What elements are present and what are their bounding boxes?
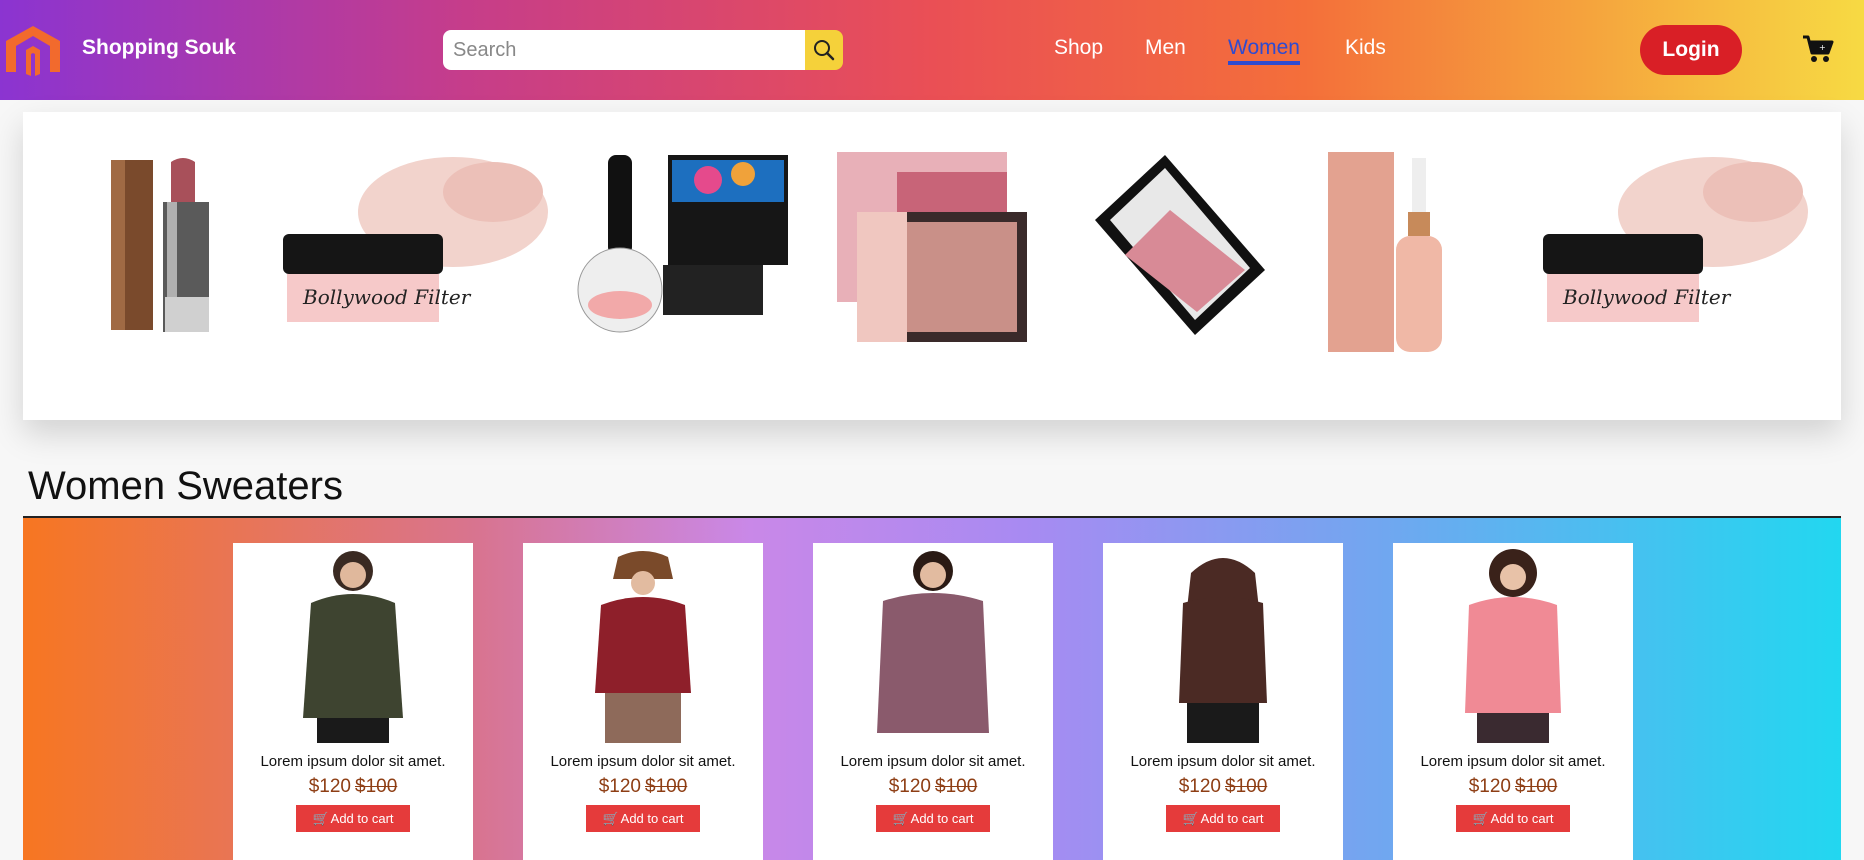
- login-button[interactable]: Login: [1640, 25, 1742, 75]
- product-price: $120 $100: [1178, 776, 1268, 797]
- sweater-image[interactable]: [523, 543, 763, 748]
- product-price: $120 $100: [1468, 776, 1558, 797]
- nude-palette-image[interactable]: [837, 152, 1057, 362]
- product-price: $120 $100: [308, 776, 398, 797]
- svg-text:Bollywood Filter: Bollywood Filter: [1562, 285, 1732, 309]
- add-to-cart-button[interactable]: 🛒 Add to cart: [1166, 805, 1280, 832]
- product-price: $120 $100: [888, 776, 978, 797]
- nav-women[interactable]: Women: [1228, 36, 1300, 65]
- eyeshadow-palette-image[interactable]: [1085, 150, 1275, 360]
- product-description: Lorem ipsum dolor sit amet.: [550, 753, 736, 770]
- brush-cleaner-image[interactable]: [568, 150, 808, 360]
- product-price: $120 $100: [598, 776, 688, 797]
- top-navbar: Shopping Souk Shop Men Women Kids Login …: [0, 0, 1864, 100]
- svg-text:Bollywood Filter: Bollywood Filter: [302, 285, 472, 309]
- brand-name[interactable]: Shopping Souk: [82, 36, 236, 60]
- cart-icon: 🛒: [1472, 810, 1489, 826]
- product-description: Lorem ipsum dolor sit amet.: [1420, 753, 1606, 770]
- add-to-cart-button[interactable]: 🛒 Add to cart: [876, 805, 990, 832]
- product-card[interactable]: Lorem ipsum dolor sit amet. $120 $100 🛒 Ad…: [1393, 543, 1633, 860]
- search-bar: [443, 30, 843, 70]
- product-description: Lorem ipsum dolor sit amet.: [260, 753, 446, 770]
- add-to-cart-button[interactable]: 🛒 Add to cart: [1456, 805, 1570, 832]
- product-card[interactable]: Lorem ipsum dolor sit amet. $120 $100 🛒 Ad…: [1103, 543, 1343, 860]
- product-description: Lorem ipsum dolor sit amet.: [1130, 753, 1316, 770]
- nav-kids[interactable]: Kids: [1345, 36, 1386, 60]
- nav-shop[interactable]: Shop: [1054, 36, 1103, 60]
- cart-icon: 🛒: [1182, 810, 1199, 826]
- add-to-cart-button[interactable]: 🛒 Add to cart: [296, 805, 410, 832]
- add-to-cart-button[interactable]: 🛒 Add to cart: [586, 805, 700, 832]
- svg-text:+: +: [1819, 43, 1826, 52]
- sweater-image[interactable]: [1393, 543, 1633, 748]
- product-card[interactable]: Lorem ipsum dolor sit amet. $120 $100 🛒 Ad…: [813, 543, 1053, 860]
- sweater-image[interactable]: [233, 543, 473, 748]
- face-serum-image[interactable]: [1308, 152, 1488, 362]
- search-input[interactable]: [443, 30, 806, 70]
- search-button[interactable]: [805, 30, 843, 70]
- product-card[interactable]: Lorem ipsum dolor sit amet. $120 $100 🛒 Ad…: [233, 543, 473, 860]
- magento-logo-icon[interactable]: [2, 24, 64, 76]
- shopping-cart-icon[interactable]: +: [1802, 34, 1834, 64]
- lipstick-image[interactable]: [83, 152, 243, 362]
- cart-icon: 🛒: [312, 810, 329, 826]
- sweater-image[interactable]: [1103, 543, 1343, 748]
- nav-men[interactable]: Men: [1145, 36, 1186, 60]
- section-title: Women Sweaters: [28, 464, 343, 508]
- product-description: Lorem ipsum dolor sit amet.: [840, 753, 1026, 770]
- cart-icon: 🛒: [892, 810, 909, 826]
- search-icon: [814, 40, 835, 61]
- product-carousel: Bollywood Filter Bollywood Filter: [23, 112, 1841, 420]
- cart-icon: 🛒: [602, 810, 619, 826]
- product-card[interactable]: Lorem ipsum dolor sit amet. $120 $100 🛒 Ad…: [523, 543, 763, 860]
- sweater-image[interactable]: [813, 543, 1053, 748]
- face-powder-image[interactable]: Bollywood Filter: [253, 152, 553, 362]
- face-powder-image[interactable]: Bollywood Filter: [1513, 152, 1813, 362]
